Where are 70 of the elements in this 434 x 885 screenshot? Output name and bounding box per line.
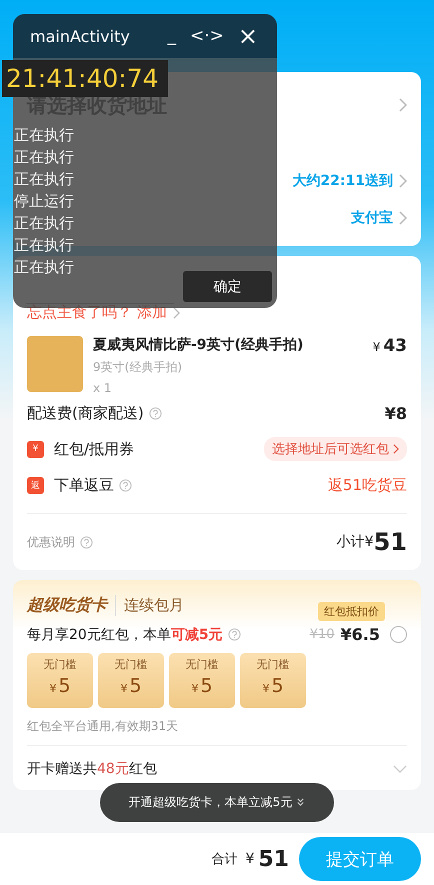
- log-line: 正在执行: [14, 213, 74, 234]
- item-price: 43: [383, 336, 407, 356]
- chevron-icon: [172, 306, 180, 318]
- subtotal-amount: 51: [374, 528, 407, 556]
- card-price: ¥6.5: [340, 625, 380, 644]
- chevron-down-icon[interactable]: [393, 765, 407, 773]
- coupon-amount: 5: [271, 675, 284, 697]
- total-amount: 51: [258, 846, 289, 872]
- minimize-button[interactable]: _: [160, 26, 183, 46]
- radio-button[interactable]: [390, 626, 407, 643]
- discount-note[interactable]: 优惠说明: [27, 534, 75, 550]
- currency-symbol: ¥: [120, 682, 128, 695]
- double-chevron-icon: [296, 798, 306, 807]
- help-icon[interactable]: [80, 536, 93, 548]
- gift-text: 开卡赠送共48元红包: [27, 760, 157, 778]
- log-line: 正在执行: [14, 125, 74, 146]
- upsell-link[interactable]: 忘点主食了吗？ 添加: [27, 303, 167, 322]
- item-spec: 9英寸(经典手拍): [93, 359, 183, 376]
- old-price: ¥10: [310, 627, 335, 642]
- coupon-pill[interactable]: 选择地址后可选红包: [264, 437, 407, 461]
- fee-label: 红包/抵用券: [54, 440, 134, 458]
- coupon-amount: 5: [200, 675, 213, 697]
- chevron-icon: [399, 174, 407, 188]
- help-icon[interactable]: [119, 478, 132, 492]
- currency-symbol: ¥: [262, 682, 270, 695]
- price-tag: 红包抵扣价: [318, 602, 385, 621]
- photo-placeholder: [27, 336, 83, 392]
- fee-label: 下单返豆: [54, 476, 114, 494]
- item-quantity: x 1: [93, 381, 113, 395]
- total-label: 合计: [211, 851, 238, 868]
- card-note: 红包全平台通用,有效期31天: [27, 718, 407, 746]
- toast: 开通超级吃货卡，本单立减5元: [100, 783, 334, 822]
- chevron-icon: [393, 444, 399, 454]
- subtotal-label: 小计¥: [336, 533, 374, 551]
- item-name: 夏威夷风情比萨-9英寸(经典手拍): [93, 336, 304, 354]
- resize-button[interactable]: <·>: [182, 26, 231, 46]
- row-value[interactable]: 支付宝: [351, 208, 393, 226]
- currency-symbol: ¥: [49, 682, 56, 695]
- fee-badge: ¥: [27, 440, 44, 458]
- log-line: 正在执行: [14, 235, 74, 256]
- confirm-button[interactable]: 确定: [183, 271, 272, 302]
- offer-text: 每月享20元红包，本单可减5元: [27, 626, 223, 644]
- chevron-icon: [399, 98, 407, 112]
- cashback-value: 返51吃货豆: [328, 476, 407, 494]
- close-button[interactable]: ×: [230, 22, 265, 50]
- log-line: 正在执行: [14, 257, 74, 278]
- coupon-label: 无门槛: [114, 657, 148, 672]
- card-subtitle: 连续包月: [124, 596, 184, 615]
- chevron-icon: [399, 210, 407, 224]
- fee-value: ¥8: [384, 404, 407, 422]
- fee-badge: 返: [27, 476, 44, 494]
- currency-symbol: ¥: [372, 340, 380, 354]
- currency-symbol: ¥: [245, 851, 254, 867]
- fee-label: 配送费(商家配送): [27, 404, 144, 422]
- coupon-amount: 5: [58, 675, 71, 697]
- help-icon[interactable]: [228, 628, 241, 641]
- help-icon[interactable]: [148, 406, 162, 420]
- submit-order-button[interactable]: 提交订单: [299, 837, 421, 881]
- coupon-label: 无门槛: [186, 657, 218, 672]
- row-value[interactable]: 大约22:11送到: [292, 172, 393, 190]
- coupon-label: 无门槛: [256, 657, 290, 672]
- card-title: 超级吃货卡: [27, 595, 116, 616]
- log-line: 正在执行: [14, 147, 74, 168]
- coupon-amount: 5: [129, 675, 142, 697]
- currency-symbol: ¥: [191, 682, 198, 695]
- log-line: 停止运行: [14, 191, 74, 212]
- log-line: 正在执行: [14, 169, 74, 190]
- clock-readout: 21:41:40:74: [2, 60, 168, 97]
- coupon-label: 无门槛: [44, 657, 76, 672]
- window-title: mainActivity: [30, 26, 130, 46]
